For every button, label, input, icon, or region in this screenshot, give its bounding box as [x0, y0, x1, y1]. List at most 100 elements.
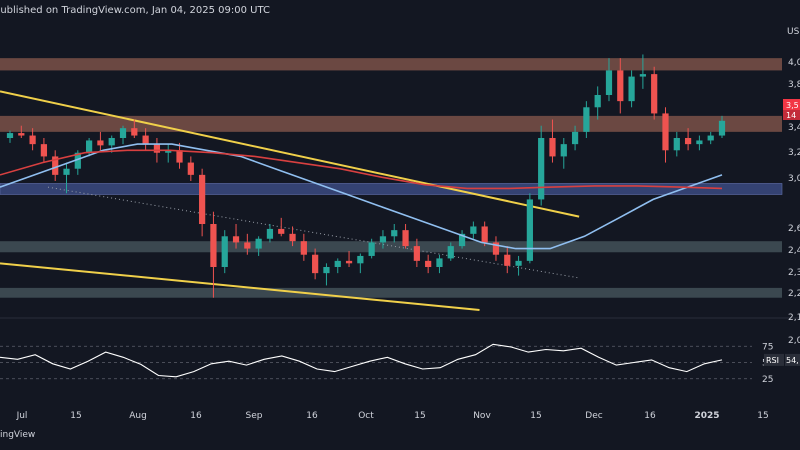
candle [515, 255, 522, 276]
candle [199, 168, 206, 237]
zone-0 [0, 58, 782, 71]
candle-body [221, 236, 228, 267]
price-tick: 3,8 [788, 80, 800, 90]
candle-body [368, 242, 375, 256]
time-tick: 16 [306, 411, 318, 421]
candle-body [119, 128, 127, 138]
price-tick: 3,2 [788, 148, 800, 158]
candle-body [594, 95, 601, 108]
candle [492, 236, 500, 261]
candle-body [63, 168, 70, 175]
ma-short-line [0, 143, 723, 250]
candle [86, 138, 93, 157]
candle-body [560, 144, 567, 157]
candlesticks [6, 54, 726, 298]
rsi-level-label: 25 [762, 375, 773, 385]
time-tick: 15 [757, 411, 768, 421]
candle [707, 131, 714, 145]
candle-body [334, 260, 341, 267]
candle-body [18, 133, 25, 136]
candle [255, 236, 262, 256]
price-tick: 2,4 [788, 246, 800, 256]
rsi-value-label: 54, [786, 356, 799, 365]
time-tick: Nov [473, 411, 491, 421]
candle-body [266, 228, 274, 239]
candle-body [312, 254, 319, 274]
candle [119, 125, 127, 145]
candle [6, 130, 14, 143]
candle [187, 156, 194, 181]
candle-body [108, 138, 115, 146]
time-tick-year: 2025 [694, 411, 719, 421]
price-tick: 2,3 [788, 268, 800, 278]
candle-body [707, 135, 714, 141]
zone-4 [0, 287, 782, 298]
candle [323, 263, 330, 286]
candle [583, 101, 590, 138]
candle [538, 125, 545, 206]
candle [662, 107, 669, 163]
candle-body [526, 199, 533, 261]
candle-body [504, 254, 511, 266]
trendline-1 [0, 262, 480, 311]
candle-body [6, 133, 14, 138]
trendline-0 [0, 90, 580, 218]
candle-body [425, 260, 432, 267]
zone-3 [0, 241, 782, 253]
candle-body [40, 144, 48, 157]
rsi-line [0, 343, 723, 378]
candle-body [605, 70, 613, 95]
price-chart[interactable]: 755025RSI54, US4,03,83,43,23,02,62,42,32… [0, 0, 800, 450]
price-tick: 2,2 [788, 289, 800, 299]
candle-body [481, 226, 488, 243]
time-tick: Oct [358, 411, 374, 421]
time-tick: Jul [16, 411, 28, 421]
time-tick: 16 [190, 411, 202, 421]
candle-body [684, 138, 692, 145]
candle-body [628, 76, 635, 102]
candle-body [639, 74, 646, 77]
candle-body [357, 255, 364, 264]
candle [221, 230, 228, 274]
candle [334, 258, 341, 274]
price-unit: US [787, 27, 800, 37]
candle-body [379, 236, 387, 243]
time-tick: Aug [129, 411, 147, 421]
candle-body [345, 260, 353, 264]
candle [108, 135, 115, 153]
time-tick: 15 [414, 411, 425, 421]
candle [97, 131, 104, 151]
candle-body [538, 138, 545, 200]
candle [696, 135, 703, 151]
candle [312, 248, 319, 280]
candle-body [187, 162, 194, 175]
candle [391, 224, 398, 243]
current-price-label: 3,5 [786, 101, 799, 110]
candle [357, 253, 364, 274]
candle-body [289, 233, 296, 242]
candle-body [153, 144, 161, 153]
price-zones [0, 58, 783, 298]
candle [402, 224, 409, 249]
candle-body [391, 230, 398, 237]
candle [526, 193, 533, 264]
price-tick: 2,1 [788, 313, 800, 323]
candle-body [515, 260, 522, 266]
candle-body [651, 74, 658, 114]
candle-body [718, 120, 726, 136]
candle-body [131, 128, 138, 136]
countdown-label: 14 [786, 111, 796, 120]
candle [300, 233, 307, 261]
candle [278, 217, 285, 237]
price-tick: 3,0 [788, 174, 800, 184]
candle-body [210, 224, 217, 267]
candle [165, 144, 172, 163]
time-tick: 16 [644, 411, 656, 421]
candle-body [199, 174, 206, 224]
logo-text: ingView [0, 430, 36, 440]
candle-body [176, 150, 183, 163]
candle-body [255, 238, 262, 249]
candle-body [244, 242, 251, 249]
candle [436, 254, 443, 274]
candle-body [142, 135, 149, 145]
